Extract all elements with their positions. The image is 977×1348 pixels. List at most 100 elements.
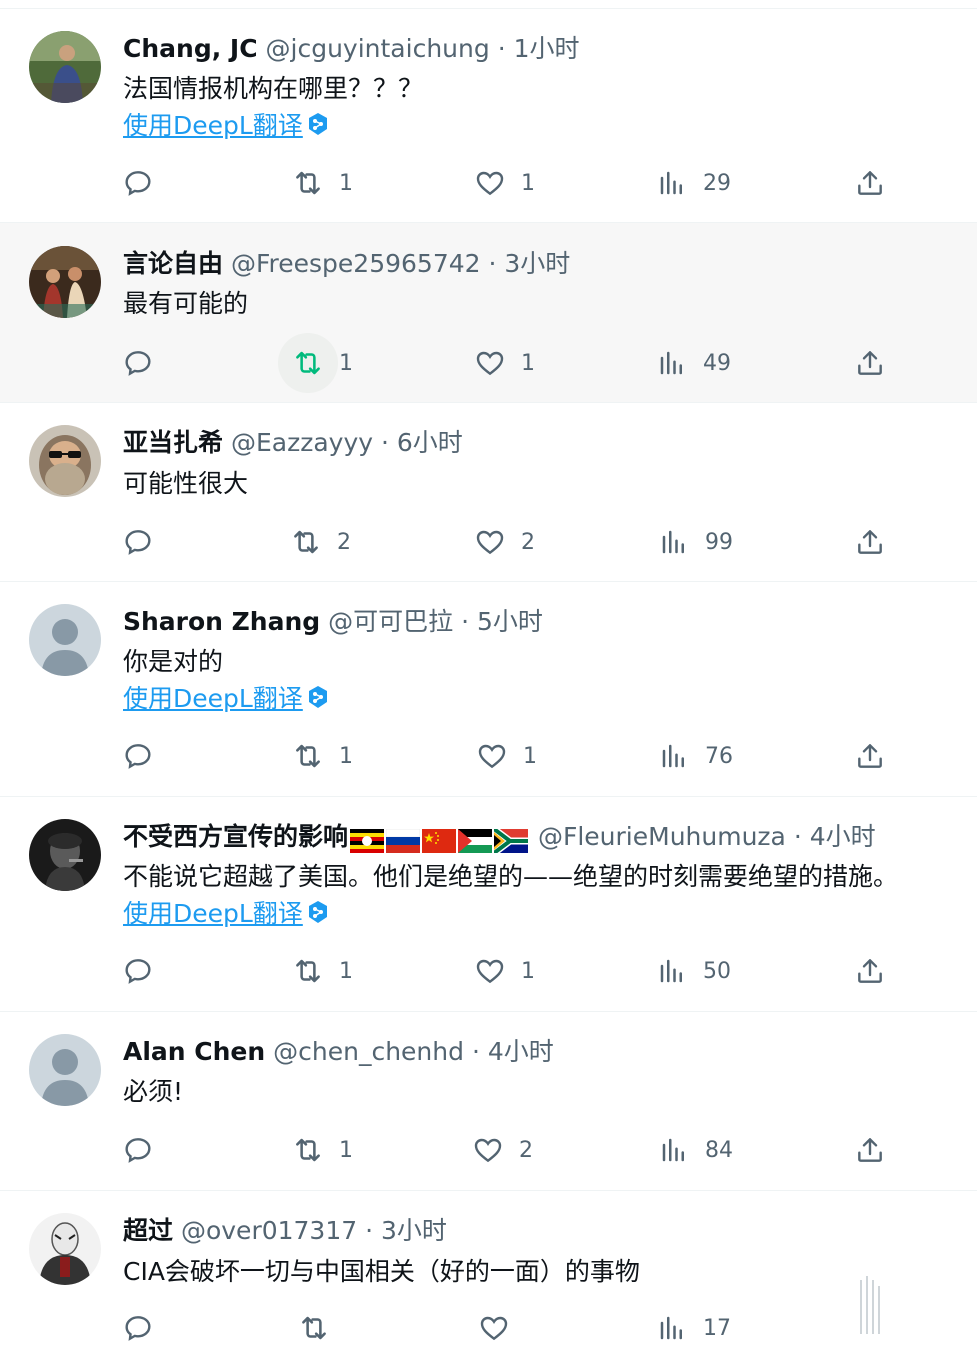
views-button[interactable]: 99 xyxy=(657,522,733,562)
reply-tweet[interactable]: Alan Chen @chen_chenhd · 4小时 必须! 1 2 84 xyxy=(0,1012,977,1191)
timestamp[interactable]: 4小时 xyxy=(488,1037,554,1066)
avatar[interactable] xyxy=(29,31,101,103)
like-button[interactable]: 2 xyxy=(473,522,535,562)
heart-icon xyxy=(475,739,509,773)
tweet-header: 言论自由 @Freespe25965742 · 3小时 xyxy=(123,246,570,282)
views-count: 76 xyxy=(705,743,733,769)
display-name[interactable]: 亚当扎希 xyxy=(123,428,223,457)
reply-button[interactable] xyxy=(121,1308,155,1348)
bar-chart-views-icon xyxy=(657,739,691,773)
avatar[interactable] xyxy=(29,604,101,676)
heart-icon xyxy=(473,346,507,380)
user-handle[interactable]: @Freespe25965742 xyxy=(231,249,481,278)
display-name[interactable]: 超过 xyxy=(123,1216,173,1245)
like-button[interactable]: 1 xyxy=(473,163,535,203)
views-button[interactable]: 50 xyxy=(655,951,731,991)
timestamp[interactable]: 3小时 xyxy=(504,249,570,278)
user-handle[interactable]: @FleurieMuhumuza xyxy=(538,822,786,851)
timestamp[interactable]: 4小时 xyxy=(810,822,876,851)
uganda-flag-emoji xyxy=(350,829,385,853)
reply-button[interactable] xyxy=(121,736,155,776)
views-button[interactable]: 84 xyxy=(657,1130,733,1170)
translate-link[interactable]: 使用DeepL翻译 xyxy=(123,681,329,717)
views-button[interactable]: 49 xyxy=(655,343,731,383)
display-name[interactable]: Sharon Zhang xyxy=(123,607,320,636)
share-button[interactable] xyxy=(853,736,887,776)
china-flag-emoji xyxy=(422,829,457,853)
views-count: 50 xyxy=(703,958,731,984)
avatar[interactable] xyxy=(29,819,101,891)
reply-tweet[interactable]: Chang, JC @jcguyintaichung · 1小时 法国情报机构在… xyxy=(0,9,977,223)
user-handle[interactable]: @Eazzayyy xyxy=(231,428,373,457)
retweet-button[interactable]: 1 xyxy=(291,343,353,383)
share-button[interactable] xyxy=(853,951,887,991)
reply-bubble-icon xyxy=(121,1311,155,1345)
bar-chart-views-icon xyxy=(657,525,691,559)
like-count: 1 xyxy=(521,958,535,984)
reply-tweet[interactable]: 不受西方宣传的影响 @FleurieMuhumuza · 4小时 不能说它超越了… xyxy=(0,797,977,1012)
reply-button[interactable] xyxy=(121,1130,155,1170)
deepl-logo-icon xyxy=(308,686,327,708)
reply-tweet[interactable]: 亚当扎希 @Eazzayyy · 6小时 可能性很大 2 2 99 xyxy=(0,403,977,582)
views-count: 84 xyxy=(705,1137,733,1163)
like-button[interactable]: 1 xyxy=(473,951,535,991)
share-upload-icon xyxy=(853,739,887,773)
translate-link[interactable]: 使用DeepL翻译 xyxy=(123,896,329,932)
user-handle[interactable]: @可可巴拉 xyxy=(328,607,453,636)
display-name[interactable]: Alan Chen xyxy=(123,1037,265,1066)
share-button[interactable] xyxy=(853,522,887,562)
user-handle[interactable]: @over017317 xyxy=(181,1216,357,1245)
user-handle[interactable]: @jcguyintaichung xyxy=(266,34,490,63)
retweet-count: 1 xyxy=(339,1137,353,1163)
retweet-count: 1 xyxy=(339,958,353,984)
retweet-arrows-icon xyxy=(291,954,325,988)
like-count: 1 xyxy=(521,350,535,376)
retweet-button[interactable] xyxy=(297,1308,331,1348)
heart-icon xyxy=(471,1133,505,1167)
avatar[interactable] xyxy=(29,1034,101,1106)
display-name[interactable]: 不受西方宣传的影响 xyxy=(123,822,348,851)
retweet-arrows-icon xyxy=(291,346,325,380)
reply-tweet[interactable]: Sharon Zhang @可可巴拉 · 5小时 你是对的 使用DeepL翻译 … xyxy=(0,582,977,797)
retweet-button[interactable]: 1 xyxy=(291,736,353,776)
reply-button[interactable] xyxy=(121,343,155,383)
like-button[interactable] xyxy=(477,1308,511,1348)
reply-button[interactable] xyxy=(121,522,155,562)
separator-dot: · xyxy=(461,607,470,636)
like-button[interactable]: 1 xyxy=(475,736,537,776)
separator-dot: · xyxy=(793,822,802,851)
retweet-button[interactable]: 1 xyxy=(291,951,353,991)
timestamp[interactable]: 1小时 xyxy=(514,34,580,63)
reply-button[interactable] xyxy=(121,163,155,203)
retweet-button[interactable]: 1 xyxy=(291,163,353,203)
avatar[interactable] xyxy=(29,246,101,318)
views-count: 17 xyxy=(703,1315,731,1341)
translate-link[interactable]: 使用DeepL翻译 xyxy=(123,108,329,144)
retweet-button[interactable]: 1 xyxy=(291,1130,353,1170)
share-button[interactable] xyxy=(853,163,887,203)
avatar[interactable] xyxy=(29,425,101,497)
retweet-count: 2 xyxy=(337,529,351,555)
timestamp[interactable]: 3小时 xyxy=(381,1216,447,1245)
views-button[interactable]: 17 xyxy=(655,1308,731,1348)
share-button[interactable] xyxy=(853,1130,887,1170)
display-name[interactable]: 言论自由 xyxy=(123,249,223,278)
translate-label: 使用DeepL翻译 xyxy=(123,111,303,140)
user-handle[interactable]: @chen_chenhd xyxy=(273,1037,464,1066)
retweet-button[interactable]: 2 xyxy=(289,522,351,562)
reply-tweet[interactable]: 超过 @over017317 · 3小时 CIA会破坏一切与中国相关（好的一面）… xyxy=(0,1191,977,1341)
avatar[interactable] xyxy=(29,1213,101,1285)
timestamp[interactable]: 6小时 xyxy=(397,428,463,457)
views-button[interactable]: 76 xyxy=(657,736,733,776)
views-button[interactable]: 29 xyxy=(655,163,731,203)
tweet-text: 必须! xyxy=(123,1077,184,1106)
timestamp[interactable]: 5小时 xyxy=(477,607,543,636)
reply-button[interactable] xyxy=(121,951,155,991)
share-upload-icon xyxy=(853,525,887,559)
like-button[interactable]: 2 xyxy=(471,1130,533,1170)
share-button[interactable] xyxy=(853,343,887,383)
reply-tweet[interactable]: 言论自由 @Freespe25965742 · 3小时 最有可能的 1 1 49 xyxy=(0,223,977,403)
scrollbar-grip[interactable] xyxy=(858,1276,884,1334)
display-name[interactable]: Chang, JC xyxy=(123,34,258,63)
like-button[interactable]: 1 xyxy=(473,343,535,383)
